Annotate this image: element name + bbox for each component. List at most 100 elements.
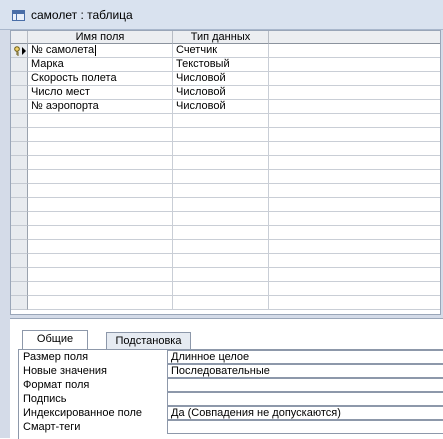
data-type-cell[interactable]: [173, 254, 269, 268]
column-header-field-name[interactable]: Имя поля: [28, 31, 173, 44]
field-name-cell[interactable]: [28, 212, 173, 226]
description-cell[interactable]: [269, 128, 440, 142]
row-selector[interactable]: [11, 226, 28, 240]
description-cell[interactable]: [269, 254, 440, 268]
description-cell[interactable]: [269, 282, 440, 296]
property-label-caption: Подпись: [23, 393, 67, 405]
description-cell[interactable]: [269, 86, 440, 100]
row-selector[interactable]: [11, 282, 28, 296]
data-type-cell[interactable]: [173, 268, 269, 282]
description-cell[interactable]: [269, 72, 440, 86]
row-selector[interactable]: [11, 184, 28, 198]
row-selector[interactable]: [11, 58, 28, 72]
field-name-cell[interactable]: [28, 282, 173, 296]
field-name-cell[interactable]: [28, 226, 173, 240]
field-name-cell[interactable]: [28, 254, 173, 268]
property-value-smart-tags[interactable]: [167, 420, 443, 434]
description-cell[interactable]: [269, 114, 440, 128]
field-name-cell[interactable]: [28, 240, 173, 254]
row-selector-header: [11, 31, 28, 44]
field-name-cell[interactable]: [28, 198, 173, 212]
row-selector[interactable]: [11, 142, 28, 156]
row-selector[interactable]: [11, 198, 28, 212]
table-design-window: самолет : таблица Имя поля Тип данных № …: [0, 0, 443, 439]
text-caret: [95, 45, 96, 56]
field-name-cell[interactable]: [28, 268, 173, 282]
general-properties-panel: Размер поля Длинное целое Новые значения…: [18, 349, 443, 439]
data-type-cell[interactable]: Счетчик: [173, 44, 269, 58]
description-cell[interactable]: [269, 100, 440, 114]
row-selector[interactable]: [11, 212, 28, 226]
description-cell[interactable]: [269, 296, 440, 310]
column-header-description[interactable]: [269, 31, 440, 44]
description-cell[interactable]: [269, 58, 440, 72]
description-cell[interactable]: [269, 212, 440, 226]
data-type-cell[interactable]: [173, 184, 269, 198]
data-type-cell[interactable]: [173, 296, 269, 310]
data-type-cell[interactable]: [173, 114, 269, 128]
row-selector[interactable]: [11, 72, 28, 86]
row-selector[interactable]: [11, 156, 28, 170]
field-name-cell[interactable]: [28, 142, 173, 156]
data-type-cell[interactable]: [173, 156, 269, 170]
field-properties-area: Общие Подстановка Размер поля Длинное це…: [10, 318, 443, 439]
row-selector[interactable]: [11, 296, 28, 310]
field-name-cell[interactable]: [28, 114, 173, 128]
field-name-cell[interactable]: № аэропорта: [28, 100, 173, 114]
property-value-indexed[interactable]: Да (Совпадения не допускаются): [167, 406, 443, 420]
property-label-indexed: Индексированное поле: [23, 407, 142, 419]
row-selector[interactable]: [11, 268, 28, 282]
data-type-cell[interactable]: Текстовый: [173, 58, 269, 72]
data-type-cell[interactable]: [173, 170, 269, 184]
property-value-field-size[interactable]: Длинное целое: [167, 350, 443, 364]
field-name-cell[interactable]: № самолета: [28, 44, 173, 58]
data-type-cell[interactable]: [173, 282, 269, 296]
field-name-cell[interactable]: Марка: [28, 58, 173, 72]
data-type-cell[interactable]: Числовой: [173, 100, 269, 114]
data-type-cell[interactable]: [173, 142, 269, 156]
property-value-new-values[interactable]: Последовательные: [167, 364, 443, 378]
table-icon: [12, 10, 25, 21]
property-value-format[interactable]: [167, 378, 443, 392]
row-selector[interactable]: [11, 254, 28, 268]
column-header-data-type[interactable]: Тип данных: [173, 31, 269, 44]
data-type-cell[interactable]: [173, 226, 269, 240]
description-cell[interactable]: [269, 198, 440, 212]
window-title: самолет : таблица: [31, 8, 133, 22]
data-type-cell[interactable]: [173, 198, 269, 212]
row-selector[interactable]: [11, 86, 28, 100]
window-titlebar[interactable]: самолет : таблица: [0, 0, 443, 30]
primary-key-icon: [13, 46, 22, 56]
row-selector[interactable]: [11, 128, 28, 142]
description-cell[interactable]: [269, 44, 440, 58]
tab-lookup[interactable]: Подстановка: [106, 332, 191, 350]
data-type-cell[interactable]: Числовой: [173, 86, 269, 100]
description-cell[interactable]: [269, 226, 440, 240]
row-selector[interactable]: [11, 114, 28, 128]
row-selector[interactable]: [11, 100, 28, 114]
data-type-cell[interactable]: [173, 212, 269, 226]
property-label-smart-tags: Смарт-теги: [23, 421, 81, 433]
field-name-cell[interactable]: Число мест: [28, 86, 173, 100]
description-cell[interactable]: [269, 142, 440, 156]
row-selector[interactable]: [11, 170, 28, 184]
data-type-cell[interactable]: [173, 128, 269, 142]
description-cell[interactable]: [269, 156, 440, 170]
row-selector[interactable]: [11, 240, 28, 254]
data-type-cell[interactable]: [173, 240, 269, 254]
data-type-cell[interactable]: Числовой: [173, 72, 269, 86]
field-name-cell[interactable]: [28, 296, 173, 310]
tab-general[interactable]: Общие: [22, 330, 88, 350]
field-name-cell[interactable]: [28, 128, 173, 142]
description-cell[interactable]: [269, 170, 440, 184]
field-name-cell[interactable]: [28, 156, 173, 170]
description-cell[interactable]: [269, 268, 440, 282]
description-cell[interactable]: [269, 240, 440, 254]
property-label-field-size: Размер поля: [23, 351, 89, 363]
field-name-cell[interactable]: [28, 170, 173, 184]
description-cell[interactable]: [269, 184, 440, 198]
field-name-cell[interactable]: [28, 184, 173, 198]
row-selector[interactable]: [11, 44, 28, 58]
property-value-caption[interactable]: [167, 392, 443, 406]
field-name-cell[interactable]: Скорость полета: [28, 72, 173, 86]
